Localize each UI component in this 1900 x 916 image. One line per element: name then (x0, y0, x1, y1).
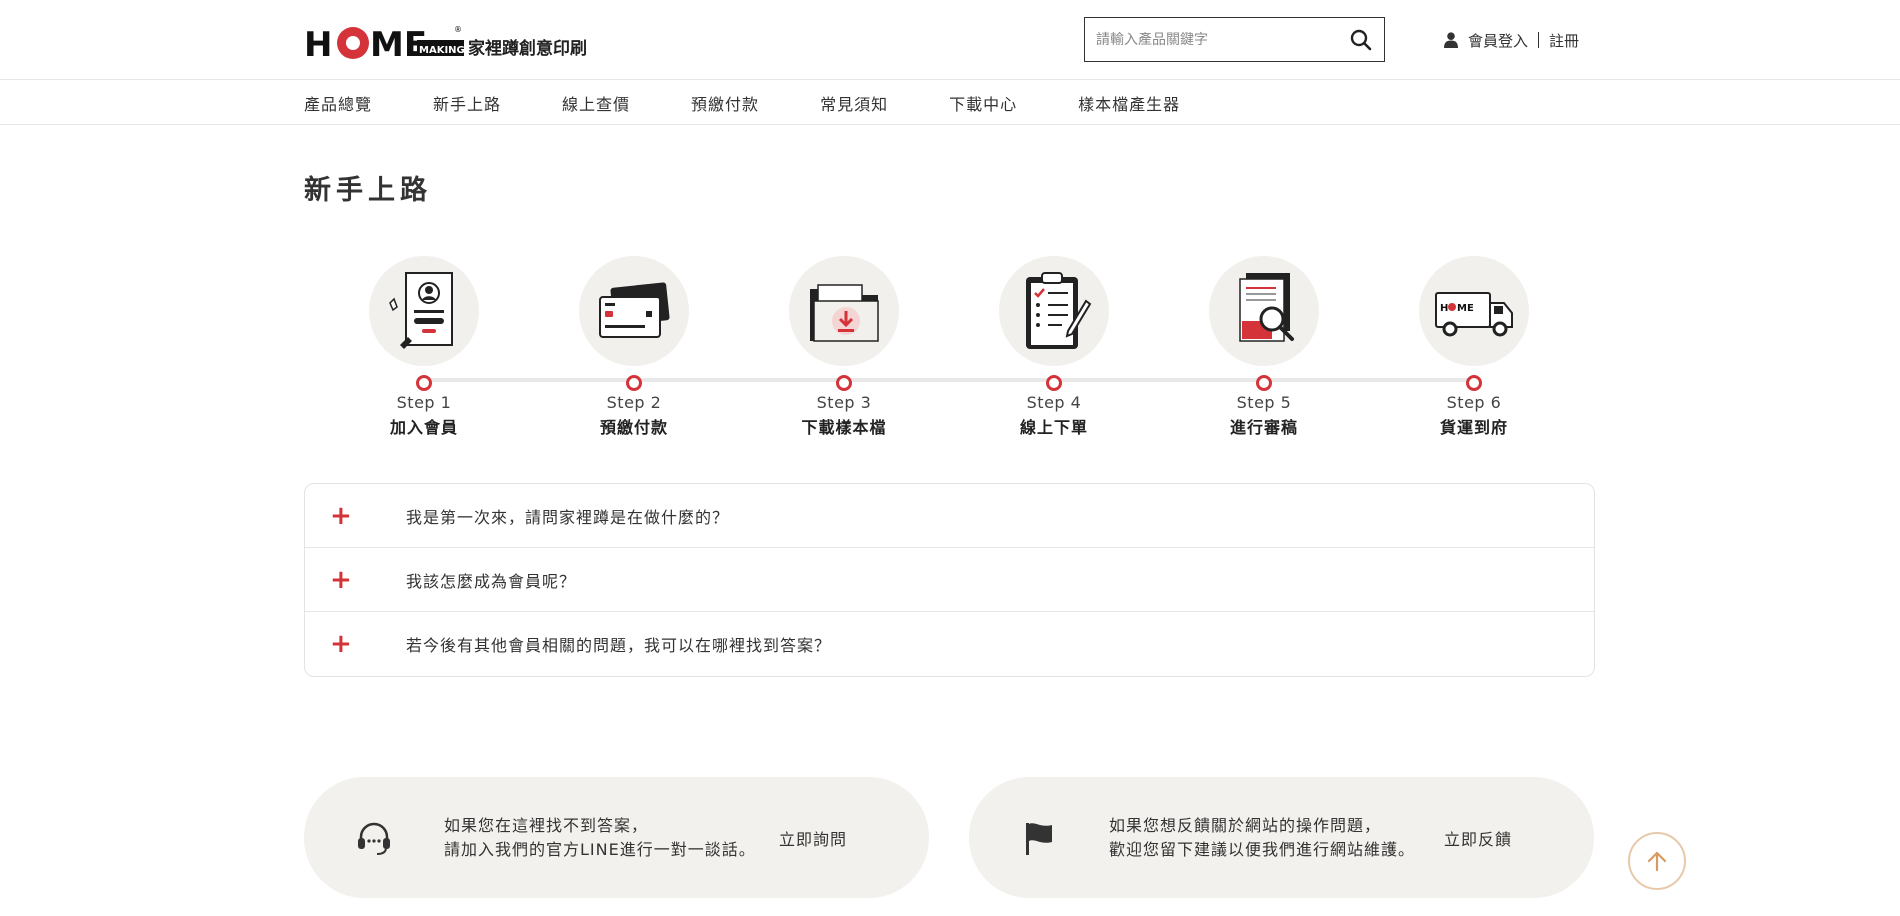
page-title: 新手上路 (304, 175, 432, 206)
faq-question: 我是第一次來，請問家裡蹲是在做什麼的？ (406, 507, 730, 527)
document-review-icon (1239, 273, 1294, 342)
nav-item-faq[interactable]: 常見須知 (820, 91, 888, 115)
arrow-up-icon (1647, 851, 1667, 872)
step-3-title: 下載樣本檔 (801, 418, 887, 437)
feedback-now-link[interactable]: 立即反饋 (1444, 826, 1594, 850)
line-contact-card: 如果您在這裡找不到答案， 請加入我們的官方LINE進行一對一談話。 立即詢問 (304, 777, 929, 898)
card-line-1: 如果您想反饋關於網站的操作問題， (1109, 815, 1382, 835)
step-1: Step 1 加入會員 (344, 256, 504, 438)
divider (1538, 32, 1540, 48)
step-3-marker (836, 375, 852, 391)
step-2-marker (626, 375, 642, 391)
download-folder-icon (810, 284, 879, 342)
nav-item-template-generator[interactable]: 樣本檔產生器 (1078, 91, 1180, 115)
step-2-image (579, 256, 689, 366)
faq-accordion: + 我是第一次來，請問家裡蹲是在做什麼的？ + 我該怎麼成為會員呢？ + 若今後… (304, 483, 1595, 677)
clipboard-checklist-icon (1026, 272, 1092, 349)
search-button[interactable] (1338, 18, 1384, 61)
step-2-number: Step 2 (606, 393, 662, 412)
card-line-1: 如果您在這裡找不到答案， (444, 815, 649, 835)
step-1-image (369, 256, 479, 366)
step-4: Step 4 線上下單 (974, 256, 1134, 438)
back-to-top-button[interactable] (1628, 832, 1686, 890)
step-4-number: Step 4 (1026, 393, 1082, 412)
step-2-title: 預繳付款 (599, 418, 668, 437)
step-6-number: Step 6 (1446, 393, 1502, 412)
plus-icon: + (330, 629, 352, 659)
step-3-number: Step 3 (816, 393, 872, 412)
delivery-truck-icon: H ME (1435, 292, 1513, 337)
feedback-card: 如果您想反饋關於網站的操作問題， 歡迎您留下建議以便我們進行網站維護。 立即反饋 (969, 777, 1594, 898)
step-6-image: H ME (1419, 256, 1529, 366)
faq-item[interactable]: + 若今後有其他會員相關的問題，我可以在哪裡找到答案？ (305, 612, 1594, 676)
step-4-marker (1046, 375, 1062, 391)
member-links: 會員登入 註冊 (1444, 28, 1579, 52)
faq-question: 若今後有其他會員相關的問題，我可以在哪裡找到答案？ (406, 636, 832, 655)
search-box (1084, 17, 1385, 62)
step-3-image (789, 256, 899, 366)
svg-text:®: ® (454, 25, 462, 34)
svg-text:H: H (1440, 303, 1448, 314)
main-nav: 產品總覽 新手上路 線上查價 預繳付款 常見須知 下載中心 樣本檔產生器 (0, 80, 1900, 125)
logo-text: 家裡蹲創意印刷 (468, 38, 587, 59)
nav-item-products[interactable]: 產品總覽 (304, 91, 372, 115)
step-5-image (1209, 256, 1319, 366)
step-4-title: 線上下單 (1019, 418, 1088, 437)
step-5-title: 進行審稿 (1229, 418, 1298, 437)
faq-item[interactable]: + 我是第一次來，請問家裡蹲是在做什麼的？ (305, 484, 1594, 548)
step-6-title: 貨運到府 (1439, 418, 1508, 437)
steps-timeline: Step 1 加入會員 Step 2 預繳付款 Step 3 下載樣本檔 Ste… (304, 256, 1594, 438)
step-5-marker (1256, 375, 1272, 391)
step-6: H ME Step 6 貨運到府 (1394, 256, 1554, 438)
register-link[interactable]: 註冊 (1549, 30, 1579, 51)
login-link[interactable]: 會員登入 (1468, 30, 1528, 51)
faq-item[interactable]: + 我該怎麼成為會員呢？ (305, 548, 1594, 612)
nav-item-beginners[interactable]: 新手上路 (433, 91, 501, 115)
card-line-2: 請加入我們的官方LINE進行一對一談話。 (444, 839, 756, 859)
headset-icon (358, 822, 390, 855)
plus-icon: + (330, 500, 352, 531)
site-header: H ME MAKING ® 家裡蹲創意印刷 會員登入 註冊 (0, 0, 1900, 80)
nav-item-prepay[interactable]: 預繳付款 (691, 91, 759, 115)
search-input[interactable] (1085, 18, 1338, 61)
step-6-marker (1466, 375, 1482, 391)
nav-item-downloads[interactable]: 下載中心 (949, 91, 1017, 115)
nav-item-pricing[interactable]: 線上查價 (562, 91, 630, 115)
home-making-logo-icon: H ME MAKING ® (304, 25, 464, 62)
plus-icon: + (330, 564, 352, 595)
step-2: Step 2 預繳付款 (554, 256, 714, 438)
step-5-number: Step 5 (1236, 393, 1292, 412)
step-1-number: Step 1 (396, 393, 452, 412)
step-1-title: 加入會員 (389, 418, 458, 437)
svg-text:H: H (304, 25, 332, 62)
step-5: Step 5 進行審稿 (1184, 256, 1344, 438)
user-icon (1444, 32, 1458, 48)
step-4-image (999, 256, 1109, 366)
card-line-2: 歡迎您留下建議以便我們進行網站維護。 (1109, 839, 1416, 859)
faq-question: 我該怎麼成為會員呢？ (406, 571, 577, 591)
svg-text:ME: ME (1457, 303, 1474, 314)
step-1-marker (416, 375, 432, 391)
flag-icon (1026, 822, 1052, 855)
svg-text:MAKING: MAKING (419, 45, 464, 56)
site-logo[interactable]: H ME MAKING ® 家裡蹲創意印刷 (304, 22, 587, 62)
ask-now-link[interactable]: 立即詢問 (779, 826, 929, 850)
search-icon (1350, 29, 1372, 50)
credit-card-icon (599, 282, 670, 338)
member-card-icon (389, 272, 453, 349)
step-3: Step 3 下載樣本檔 (764, 256, 924, 438)
